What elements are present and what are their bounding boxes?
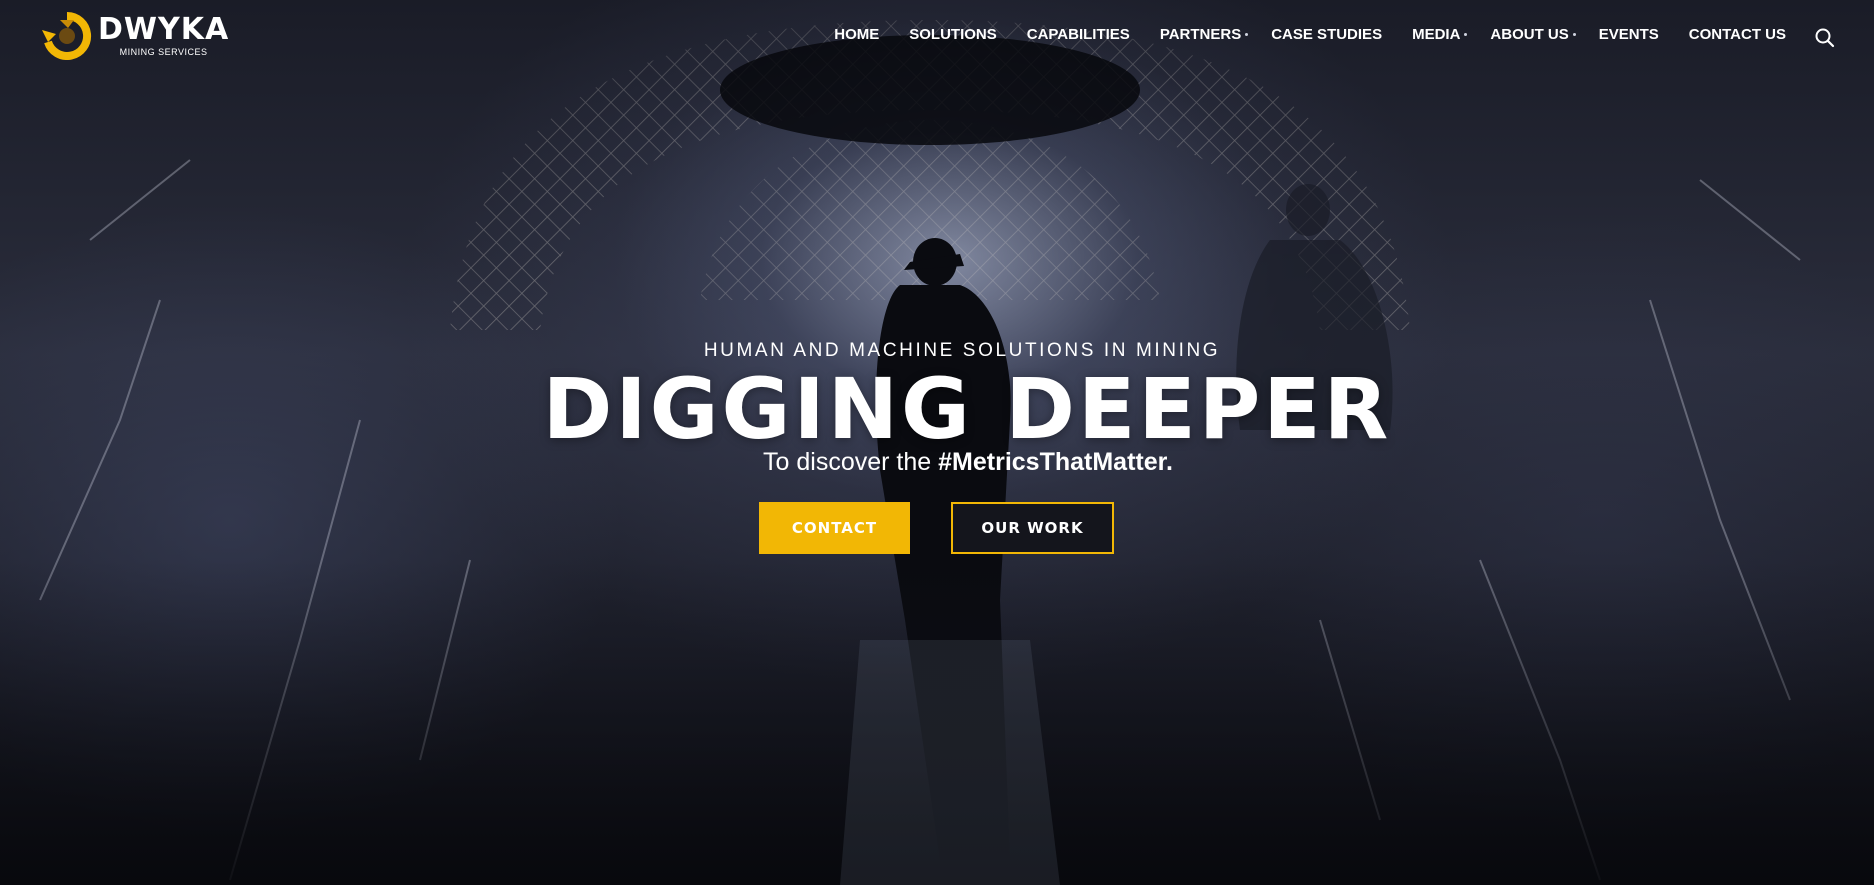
- contact-button[interactable]: CONTACT: [759, 502, 910, 554]
- tagline-prefix: To discover the: [763, 448, 939, 476]
- hero-eyebrow: HUMAN AND MACHINE SOLUTIONS IN MINING: [703, 340, 1221, 361]
- main-navigation: HOME SOLUTIONS CAPABILITIES PARTNERS CAS…: [804, 26, 1786, 43]
- hero-cta-row: CONTACT OUR WORK: [759, 502, 1114, 554]
- nav-partners[interactable]: PARTNERS: [1159, 26, 1249, 43]
- brand-text: DWYKA MINING SERVICES: [98, 12, 230, 58]
- nav-events[interactable]: EVENTS: [1599, 26, 1659, 43]
- brand-logo[interactable]: DWYKA MINING SERVICES: [40, 12, 229, 60]
- nav-about-us-label: ABOUT US: [1490, 26, 1569, 43]
- dropdown-indicator-icon: [1572, 33, 1576, 36]
- nav-case-studies[interactable]: CASE STUDIES: [1271, 26, 1382, 43]
- nav-media[interactable]: MEDIA: [1412, 26, 1468, 43]
- dwyka-logo-mark-icon: [42, 12, 92, 60]
- dropdown-indicator-icon: [1245, 33, 1249, 36]
- tagline-hashtag: #MetricsThatMatter.: [938, 448, 1173, 476]
- our-work-button[interactable]: OUR WORK: [951, 502, 1114, 554]
- nav-media-label: MEDIA: [1412, 26, 1461, 43]
- brand-name: DWYKA: [98, 12, 230, 47]
- nav-partners-label: PARTNERS: [1159, 26, 1242, 43]
- hero-content: HUMAN AND MACHINE SOLUTIONS IN MINING DI…: [0, 340, 1874, 477]
- brand-subtitle: MINING SERVICES: [119, 47, 208, 57]
- hero-section: DWYKA MINING SERVICES HOME SOLUTIONS CAP…: [0, 0, 1874, 885]
- nav-home[interactable]: HOME: [834, 26, 879, 43]
- nav-about-us[interactable]: ABOUT US: [1490, 26, 1576, 43]
- hero-tagline: To discover the #MetricsThatMatter.: [62, 448, 1874, 477]
- hero-headline: DIGGING DEEPER: [542, 360, 1392, 458]
- nav-solutions[interactable]: SOLUTIONS: [909, 26, 997, 43]
- nav-contact-us[interactable]: CONTACT US: [1689, 26, 1786, 43]
- nav-capabilities[interactable]: CAPABILITIES: [1027, 26, 1130, 43]
- search-icon: [1815, 28, 1835, 48]
- dropdown-indicator-icon: [1464, 33, 1468, 36]
- search-button[interactable]: [1814, 27, 1836, 49]
